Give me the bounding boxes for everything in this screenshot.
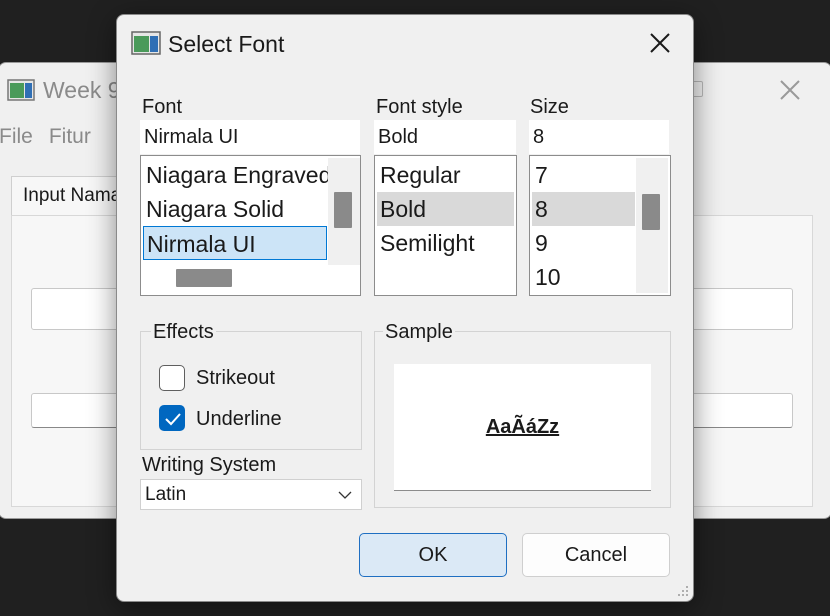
font-label: Font [142,96,183,118]
underline-checkbox[interactable] [159,405,185,431]
scrollbar-thumb[interactable] [334,192,352,228]
size-list[interactable]: 7 8 9 10 [529,155,671,296]
resize-grip-icon[interactable] [677,585,689,597]
size-item[interactable]: 7 [532,158,635,192]
writing-system-value: Latin [145,484,187,505]
font-list-item[interactable]: Niagara Engraved [143,158,329,192]
menu-file[interactable]: File [0,125,33,149]
chevron-down-icon [338,491,352,499]
font-list-vertical-scrollbar[interactable] [328,158,360,265]
dialog-title: Select Font [168,31,285,57]
size-list-vertical-scrollbar[interactable] [636,158,668,293]
background-window-title: Week 9 [43,76,121,103]
tab-input-nama[interactable]: Input Nama [11,176,123,217]
writing-system-label: Writing System [142,454,277,476]
select-font-dialog: Select Font Font Nirmala UI Niagara Engr… [116,14,694,602]
font-list-horizontal-scroll-thumb[interactable] [176,269,232,287]
size-item-selected[interactable]: 8 [532,192,635,226]
sample-preview: AaÃáZz [394,364,651,491]
size-item[interactable]: 9 [532,226,635,260]
font-name-input[interactable]: Nirmala UI [140,120,360,154]
strikeout-label[interactable]: Strikeout [196,367,275,390]
effects-label: Effects [151,321,216,344]
size-label: Size [530,96,569,118]
size-input[interactable]: 8 [529,120,669,154]
cancel-button[interactable]: Cancel [522,533,670,577]
close-icon[interactable] [777,77,803,103]
size-item[interactable]: 10 [532,260,635,294]
scrollbar-thumb[interactable] [642,194,660,230]
font-list[interactable]: Niagara Engraved Niagara Solid Nirmala U… [140,155,361,296]
close-icon[interactable] [647,30,673,56]
font-style-item-selected[interactable]: Bold [377,192,514,226]
font-list-item[interactable]: Niagara Solid [143,192,329,226]
sample-label: Sample [383,321,455,344]
app-icon [7,79,35,101]
tab-label: Input Nama [23,185,122,206]
font-style-item[interactable]: Semilight [377,226,514,260]
font-list-item-selected[interactable]: Nirmala UI [143,226,327,260]
menu-fitur[interactable]: Fitur [49,125,91,149]
writing-system-select[interactable]: Latin [140,479,362,510]
font-style-item[interactable]: Regular [377,158,514,192]
font-style-list[interactable]: Regular Bold Semilight [374,155,517,296]
menu-bar: File Fitur [0,125,91,149]
strikeout-checkbox[interactable] [159,365,185,391]
underline-label[interactable]: Underline [196,408,282,431]
font-style-label: Font style [376,96,463,118]
background-title-bar: Week 9 [7,75,121,105]
app-icon [131,31,161,55]
font-style-input[interactable]: Bold [374,120,516,154]
sample-text: AaÃáZz [485,415,560,438]
checkmark-icon [165,413,181,426]
ok-button[interactable]: OK [359,533,507,577]
